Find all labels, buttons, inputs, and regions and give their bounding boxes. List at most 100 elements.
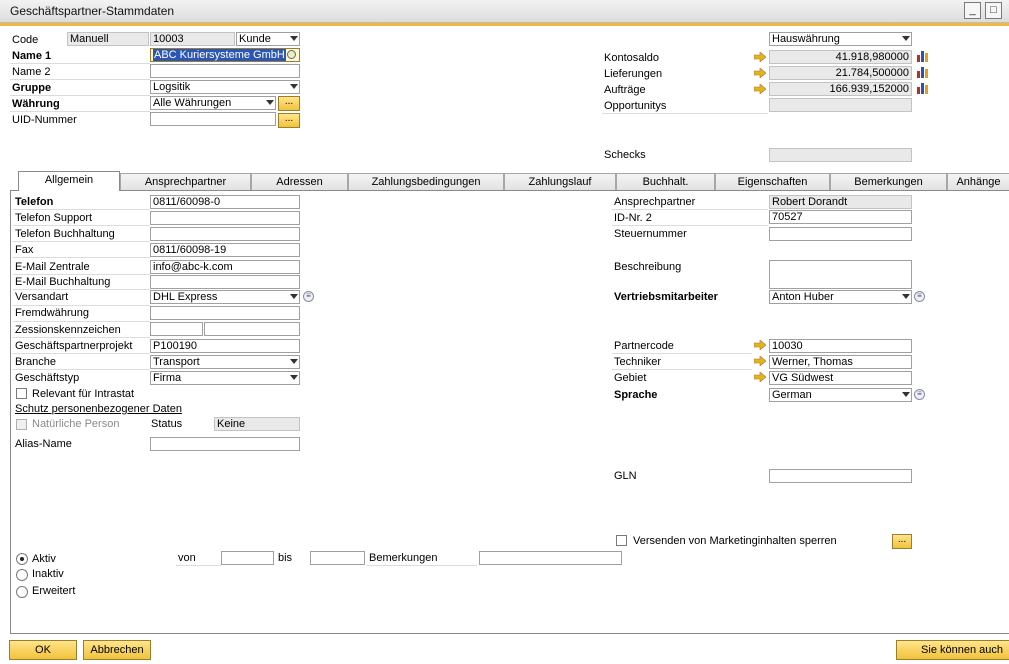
telefon-support-label: Telefon Support [15, 212, 93, 224]
fremdwaehrung-field[interactable] [150, 306, 300, 320]
accent-band [0, 23, 1009, 26]
name1-field[interactable]: ABC Kuriersysteme GmbH [150, 48, 300, 62]
gruppe-label: Gruppe [12, 82, 52, 94]
chevron-down-icon [290, 36, 298, 41]
intrastat-checkbox[interactable] [16, 388, 27, 399]
link-arrow-icon[interactable] [754, 68, 766, 78]
chevron-down-icon [290, 294, 298, 299]
aktiv-radio[interactable] [16, 553, 28, 565]
tab-ansprechpartner[interactable]: Ansprechpartner [120, 173, 251, 190]
tab-buchhaltung[interactable]: Buchhalt. [616, 173, 715, 190]
marketing-ellipsis-button[interactable]: ... [892, 534, 912, 549]
gebiet-field[interactable]: VG Südwest [769, 371, 912, 385]
tab-allgemein[interactable]: Allgemein [18, 171, 120, 191]
cancel-button[interactable]: Abbrechen [83, 640, 151, 660]
natuerliche-person-label: Natürliche Person [32, 418, 120, 430]
window-title: Geschäftspartner-Stammdaten [10, 4, 175, 18]
maximize-button[interactable]: □ [985, 2, 1002, 19]
uid-label: UID-Nummer [12, 114, 77, 126]
inaktiv-radio[interactable] [16, 569, 28, 581]
telefon-buchhaltung-field[interactable] [150, 227, 300, 241]
techniker-field[interactable]: Werner, Thomas [769, 355, 912, 369]
waehrung-select[interactable]: Alle Währungen [150, 96, 276, 110]
currency-select[interactable]: Hauswährung [769, 32, 912, 46]
natuerliche-person-checkbox[interactable] [16, 419, 27, 430]
alias-label: Alias-Name [15, 438, 72, 450]
gebiet-label: Gebiet [614, 372, 647, 384]
gln-field[interactable] [769, 469, 912, 483]
zession-field-2[interactable] [204, 322, 300, 336]
list-icon[interactable]: ≡ [303, 291, 314, 302]
gruppe-select[interactable]: Logsitik [150, 80, 300, 94]
chart-icon[interactable] [916, 49, 930, 63]
zession-field-1[interactable] [150, 322, 203, 336]
lieferungen-field: 21.784,500000 [769, 66, 912, 80]
chevron-down-icon [266, 100, 274, 105]
branche-select[interactable]: Transport [150, 355, 300, 369]
kontosaldo-label: Kontosaldo [604, 52, 660, 64]
name2-field[interactable] [150, 64, 300, 78]
ansprechpartner-label: Ansprechpartner [614, 196, 696, 208]
telefon-field[interactable]: 0811/60098-0 [150, 195, 300, 209]
alias-field[interactable] [150, 437, 300, 451]
vertrieb-select[interactable]: Anton Huber [769, 290, 912, 304]
von-field[interactable] [221, 551, 274, 565]
list-icon[interactable]: ≡ [914, 291, 925, 302]
idnr2-field[interactable]: 70527 [769, 210, 912, 224]
tab-bemerkungen[interactable]: Bemerkungen [830, 173, 947, 190]
geschaeftstyp-label: Geschäftstyp [15, 372, 80, 384]
schutz-link[interactable]: Schutz personenbezogener Daten [15, 403, 182, 415]
partnercode-field[interactable]: 10030 [769, 339, 912, 353]
uid-ellipsis-button[interactable]: ... [278, 113, 300, 128]
beschreibung-field[interactable] [769, 260, 912, 289]
link-arrow-icon[interactable] [754, 372, 766, 382]
ok-button[interactable]: OK [9, 640, 77, 660]
waehrung-ellipsis-button[interactable]: ... [278, 96, 300, 111]
aktiv-label: Aktiv [32, 553, 56, 565]
tab-zahlungsbedingungen[interactable]: Zahlungsbedingungen [348, 173, 504, 190]
email-buchhaltung-label: E-Mail Buchhaltung [15, 276, 111, 288]
code-type-select[interactable]: Kunde [236, 32, 300, 46]
bis-field[interactable] [310, 551, 365, 565]
chevron-down-icon [290, 84, 298, 89]
tab-adressen[interactable]: Adressen [251, 173, 348, 190]
email-zentrale-label: E-Mail Zentrale [15, 261, 90, 273]
link-arrow-icon[interactable] [754, 52, 766, 62]
chart-icon[interactable] [916, 81, 930, 95]
fax-field[interactable]: 0811/60098-19 [150, 243, 300, 257]
link-arrow-icon[interactable] [754, 356, 766, 366]
telefon-support-field[interactable] [150, 211, 300, 225]
name1-value: ABC Kuriersysteme GmbH [153, 49, 286, 61]
currency-value: Hauswährung [772, 33, 840, 45]
gruppe-value: Logsitik [153, 81, 191, 93]
versandart-select[interactable]: DHL Express [150, 290, 300, 304]
uid-field[interactable] [150, 112, 276, 126]
link-arrow-icon[interactable] [754, 340, 766, 350]
erweitert-radio[interactable] [16, 586, 28, 598]
list-icon[interactable]: ≡ [914, 389, 925, 400]
email-buchhaltung-field[interactable] [150, 275, 300, 289]
sie-koennen-auch-button[interactable]: Sie können auch [896, 640, 1009, 660]
marketing-checkbox[interactable] [616, 535, 627, 546]
fax-label: Fax [15, 244, 34, 256]
tab-anhaenge[interactable]: Anhänge [947, 173, 1009, 190]
bemerkungen-field[interactable] [479, 551, 622, 565]
schecks-field [769, 148, 912, 162]
tab-eigenschaften[interactable]: Eigenschaften [715, 173, 830, 190]
code-series-field[interactable]: Manuell [67, 32, 149, 46]
code-type-value: Kunde [239, 33, 271, 45]
chart-icon[interactable] [916, 65, 930, 79]
name2-label: Name 2 [12, 66, 51, 78]
email-zentrale-field[interactable]: info@abc-k.com [150, 260, 300, 274]
tab-zahlungslauf[interactable]: Zahlungslauf [504, 173, 616, 190]
geschaeftstyp-select[interactable]: Firma [150, 371, 300, 385]
globe-icon[interactable] [287, 50, 296, 59]
link-arrow-icon[interactable] [754, 84, 766, 94]
schecks-label: Schecks [604, 149, 646, 161]
sprache-select[interactable]: German [769, 388, 912, 402]
beschreibung-label: Beschreibung [614, 261, 682, 273]
projekt-field[interactable]: P100190 [150, 339, 300, 353]
minimize-button[interactable]: _ [964, 2, 981, 19]
code-field[interactable]: 10003 [150, 32, 235, 46]
steuernummer-field[interactable] [769, 227, 912, 241]
